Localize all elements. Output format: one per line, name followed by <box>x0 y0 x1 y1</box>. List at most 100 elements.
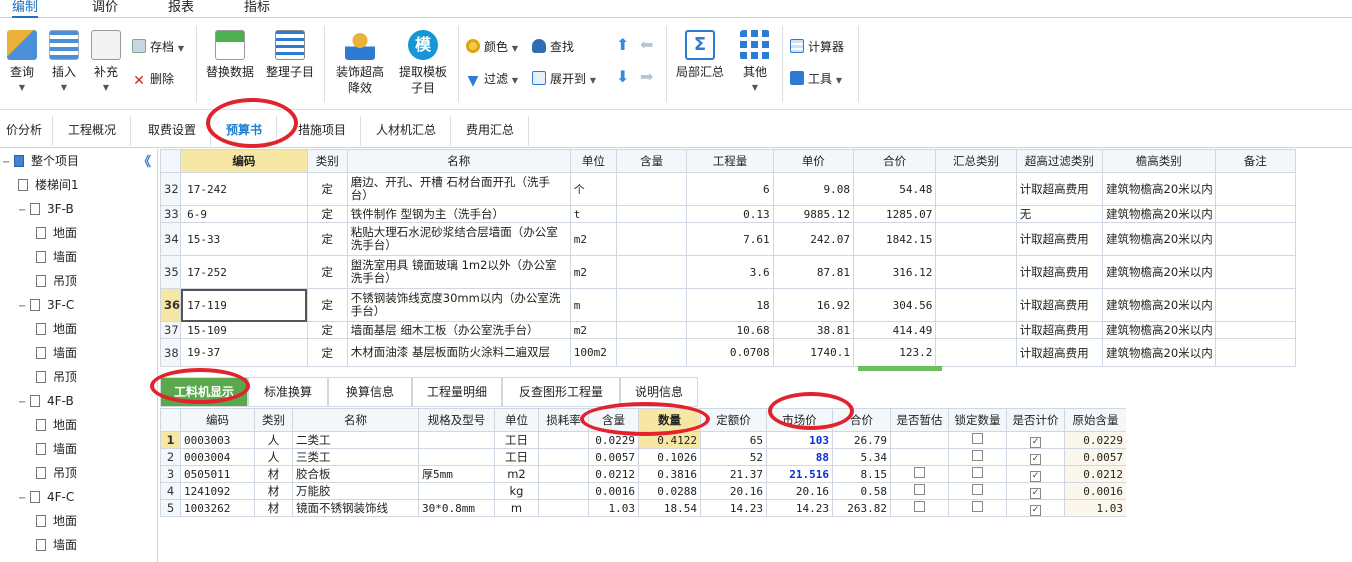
cell-total[interactable]: 123.2 <box>852 338 937 367</box>
cell-spec[interactable]: 30*0.8mm <box>418 499 495 517</box>
cell-type[interactable]: 材 <box>254 499 293 517</box>
tree-item[interactable]: 吊顶 <box>36 366 77 388</box>
cell-content[interactable] <box>615 255 688 289</box>
cell-code[interactable]: 6-9 <box>180 205 308 223</box>
cell-quota[interactable]: 14.23 <box>700 499 767 517</box>
cell-total[interactable]: 26.79 <box>832 431 891 449</box>
cell-code[interactable]: 17-252 <box>180 255 308 289</box>
cell-type[interactable]: 材 <box>254 465 293 483</box>
sub-col-unit[interactable]: 单位 <box>494 408 539 432</box>
cell-eave[interactable]: 建筑物檐高20米以内 <box>1102 338 1216 367</box>
cell-note[interactable] <box>1214 321 1296 339</box>
cell-total[interactable]: 1285.07 <box>852 205 937 223</box>
tree-expander-icon[interactable]: − <box>18 488 28 510</box>
cell-orig[interactable]: 0.0229 <box>1064 431 1126 449</box>
tree-item[interactable]: − 3F-C <box>18 294 74 316</box>
checkbox-icon[interactable] <box>972 450 983 461</box>
tree-item[interactable]: 墙面 <box>36 534 77 556</box>
cell-type[interactable]: 人 <box>254 431 293 449</box>
table-row[interactable]: 35 17-252 定盥洗室用具 镜面玻璃 1m2以外（办公室洗手台） m2 3.6 87… <box>160 255 1296 289</box>
cell-filter[interactable]: 计取超高费用 <box>1015 255 1104 289</box>
cell-type[interactable]: 材 <box>254 482 293 500</box>
cell-priced[interactable]: ✓ <box>1006 448 1065 466</box>
cell-sum[interactable] <box>935 222 1017 256</box>
cell-price[interactable]: 38.81 <box>772 321 854 339</box>
cell-content[interactable]: 0.0212 <box>588 465 639 483</box>
cell-market[interactable]: 20.16 <box>766 482 833 500</box>
cell-eave[interactable]: 建筑物檐高20米以内 <box>1102 172 1216 206</box>
tree-expander-icon[interactable]: − <box>18 392 28 414</box>
checkbox-icon[interactable] <box>972 433 983 444</box>
cell-unit[interactable]: m2 <box>569 255 617 289</box>
cell-qty[interactable]: 7.61 <box>686 222 774 256</box>
cell-total[interactable]: 1842.15 <box>852 222 937 256</box>
cell-code[interactable]: 17-119 <box>180 288 308 322</box>
row-number[interactable]: 38 <box>160 338 182 367</box>
sub-col-type[interactable]: 类别 <box>254 408 293 432</box>
supplement-button[interactable]: 补充 ▼ <box>88 30 124 96</box>
cell-lock[interactable] <box>948 482 1007 500</box>
cell-code[interactable]: 15-109 <box>180 321 308 339</box>
tree-item[interactable]: 墙面 <box>36 246 77 268</box>
cell-loss[interactable] <box>538 465 589 483</box>
tree-item[interactable]: 楼梯间1 <box>18 174 79 196</box>
cell-quota[interactable]: 21.37 <box>700 465 767 483</box>
tree-item[interactable]: 地面 <box>36 318 77 340</box>
tab-cost-summary[interactable]: 费用汇总 <box>452 116 530 146</box>
cell-type[interactable]: 定 <box>306 172 348 206</box>
expand-to-button[interactable]: 展开到 ▼ <box>532 70 596 88</box>
cell-lock[interactable] <box>948 499 1007 517</box>
cell-content[interactable] <box>615 222 688 256</box>
col-header-name[interactable]: 名称 <box>346 149 571 173</box>
row-number[interactable]: 33 <box>160 205 182 223</box>
cell-name[interactable]: 不锈钢装饰线宽度30mm以内（办公室洗手台） <box>346 288 571 322</box>
cell-type[interactable]: 人 <box>254 448 293 466</box>
col-header-content[interactable]: 含量 <box>615 149 688 173</box>
collapse-panel-icon[interactable]: 《 <box>138 151 151 170</box>
row-number[interactable]: 34 <box>160 222 182 256</box>
cell-sum[interactable] <box>935 205 1017 223</box>
cell-note[interactable] <box>1214 172 1296 206</box>
cell-unit[interactable]: kg <box>494 482 539 500</box>
cell-eave[interactable]: 建筑物檐高20米以内 <box>1102 321 1216 339</box>
cell-lock[interactable] <box>948 448 1007 466</box>
cell-market[interactable]: 88 <box>766 448 833 466</box>
cell-content[interactable]: 0.0016 <box>588 482 639 500</box>
cell-total[interactable]: 8.15 <box>832 465 891 483</box>
decor-superhigh-button[interactable]: 装饰超高 降效 <box>330 30 390 96</box>
cell-type[interactable]: 定 <box>306 338 348 367</box>
table-row[interactable]: 3 0505011 材胶合板 厚5mm m2 0.0212 0.3816 21.37 21.51… <box>160 465 1126 483</box>
row-number[interactable]: 36 <box>160 288 182 322</box>
cell-name[interactable]: 万能胶 <box>292 482 419 500</box>
col-header-unit-price[interactable]: 单价 <box>772 149 854 173</box>
cell-total[interactable]: 263.82 <box>832 499 891 517</box>
cell-quota[interactable]: 52 <box>700 448 767 466</box>
cell-code[interactable]: 19-37 <box>180 338 308 367</box>
archive-button[interactable]: 存档 ▼ <box>132 38 184 56</box>
cell-est[interactable] <box>890 482 949 500</box>
cell-orig[interactable]: 0.0057 <box>1064 448 1126 466</box>
cell-type[interactable]: 定 <box>306 288 348 322</box>
cell-qty[interactable]: 18.54 <box>638 499 701 517</box>
cell-total[interactable]: 414.49 <box>852 321 937 339</box>
menu-tab-price-adjust[interactable]: 调价 <box>92 0 118 18</box>
cell-sum[interactable] <box>935 172 1017 206</box>
tree-item[interactable]: − 4F-C <box>18 486 74 508</box>
table-row[interactable]: 5 1003262 材镜面不锈钢装饰线 30*0.8mm m 1.03 18.54 14.23… <box>160 499 1126 517</box>
move-left-icon[interactable]: ⬅ <box>640 36 653 54</box>
row-number[interactable]: 35 <box>160 255 182 289</box>
checkbox-checked-icon[interactable]: ✓ <box>1030 470 1041 482</box>
tree-expander-icon[interactable]: − <box>18 200 28 222</box>
cell-sum[interactable] <box>935 321 1017 339</box>
cell-priced[interactable]: ✓ <box>1006 499 1065 517</box>
tree-item[interactable]: − 4F-B <box>18 390 74 412</box>
cell-market[interactable]: 103 <box>766 431 833 449</box>
cell-type[interactable]: 定 <box>306 321 348 339</box>
cell-est[interactable] <box>890 431 949 449</box>
cell-unit[interactable]: m2 <box>494 465 539 483</box>
cell-total[interactable]: 316.12 <box>852 255 937 289</box>
splitter-handle[interactable] <box>858 366 942 371</box>
cell-name[interactable]: 粘贴大理石水泥砂浆结合层墙面（办公室洗手台） <box>346 222 571 256</box>
cell-type[interactable]: 定 <box>306 255 348 289</box>
table-row[interactable]: 32 17-242 定磨边、开孔、开槽 石材台面开孔（洗手台）个 6 9.08 54.48… <box>160 172 1296 206</box>
